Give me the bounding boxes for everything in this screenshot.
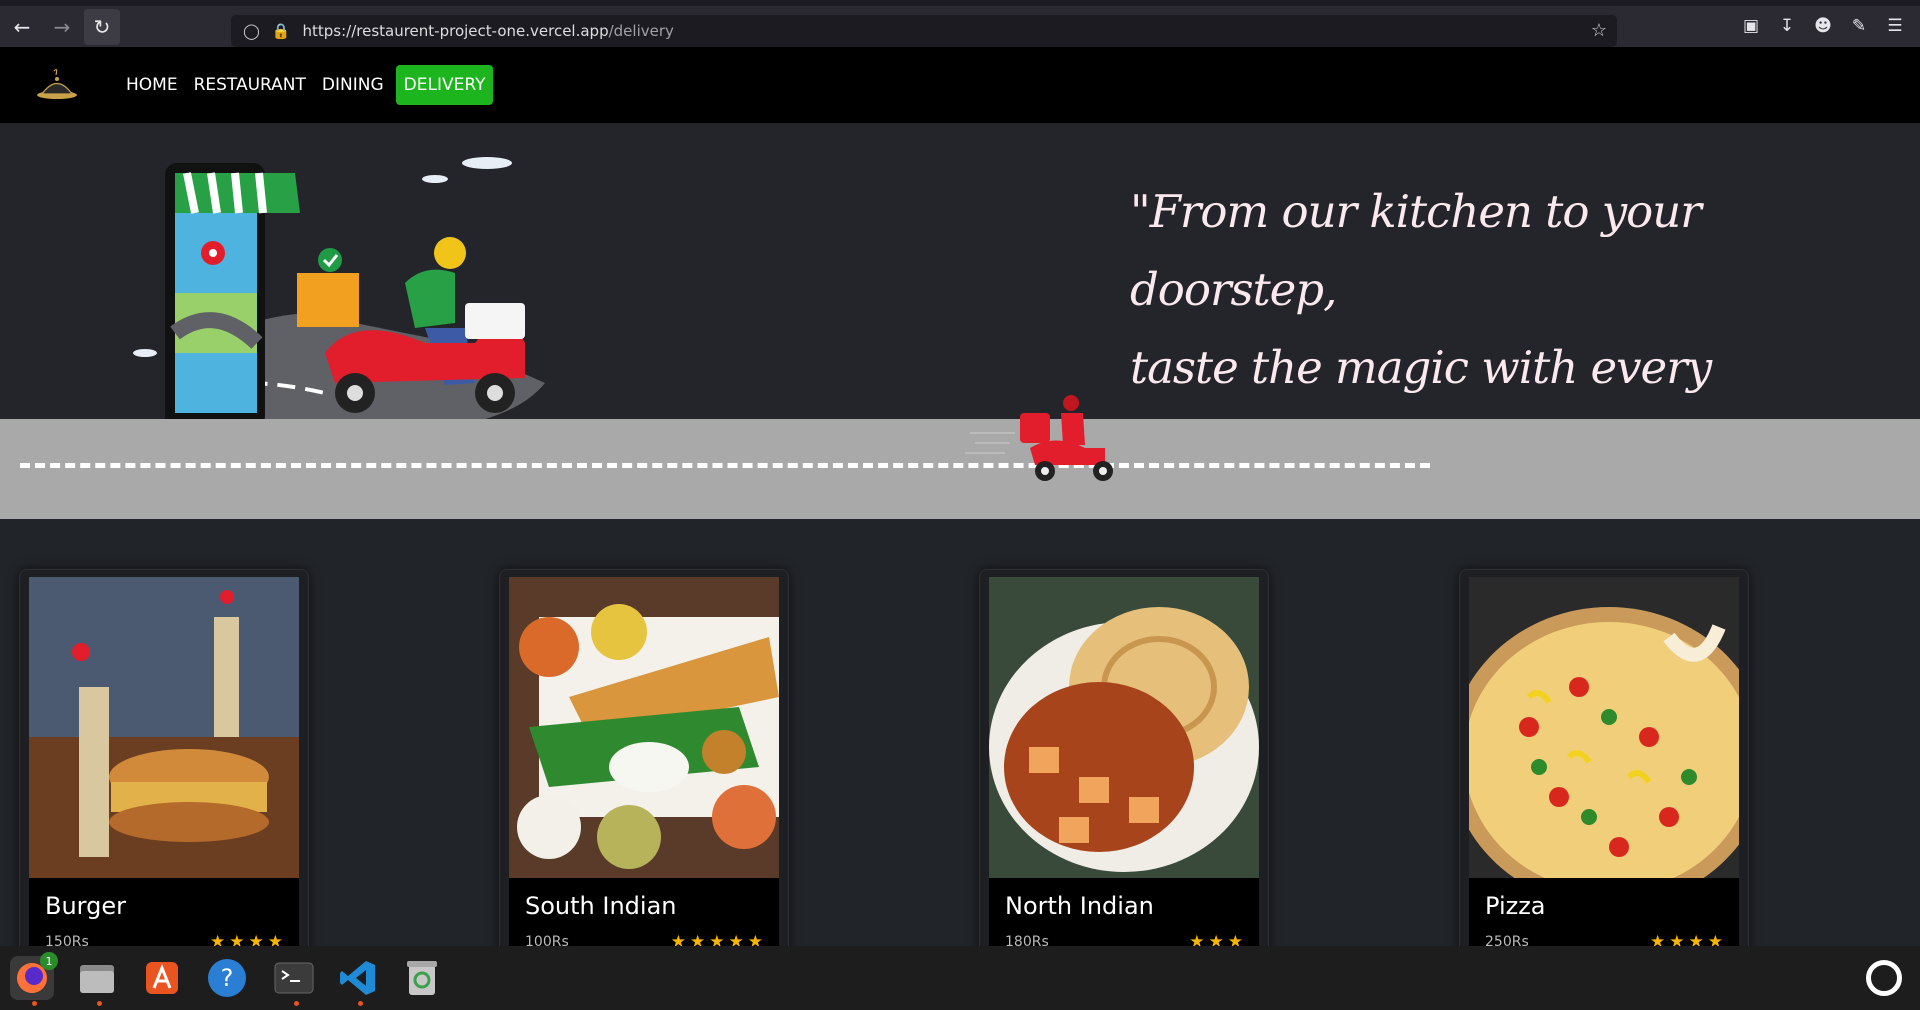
os-taskbar: 1 ?	[0, 946, 1920, 1010]
reload-icon[interactable]: ↻	[84, 8, 120, 45]
ubuntu-icon[interactable]	[1866, 960, 1902, 996]
back-icon[interactable]: ←	[4, 9, 40, 45]
north-indian-image	[989, 577, 1259, 878]
firefox-icon[interactable]: 1	[10, 952, 58, 1006]
browser-toolbar: ← → ↻ ◯ 🔒 https://restaurent-project-one…	[0, 0, 1920, 47]
site-navbar: HOME RESTAURANT DINING DELIVERY	[0, 47, 1920, 123]
account-icon[interactable]: ☻	[1812, 16, 1834, 36]
url-domain: https://restaurent-project-one.vercel.ap…	[302, 22, 609, 40]
pocket-icon[interactable]: ▣	[1740, 16, 1762, 36]
hero-quote-line-1: "From our kitchen to your doorstep,	[1130, 185, 1702, 316]
card-title: North Indian	[1005, 892, 1154, 920]
food-card-south-indian[interactable]: South Indian 100Rs ★★★★★	[499, 569, 789, 969]
forward-icon[interactable]: →	[44, 9, 80, 45]
svg-text:?: ?	[221, 964, 234, 992]
running-indicator	[97, 1001, 102, 1006]
extensions-icon[interactable]: ✎	[1848, 16, 1870, 36]
south-indian-image	[509, 577, 779, 878]
menu-icon[interactable]: ☰	[1884, 16, 1906, 36]
code-editor-icon	[340, 961, 375, 995]
running-indicator	[32, 1001, 37, 1006]
nav-dining[interactable]: DINING	[314, 65, 392, 105]
firefox-badge: 1	[40, 952, 58, 970]
lock-icon[interactable]: 🔒	[272, 22, 291, 40]
menu-cards: Burger 150Rs ★★★★ South Indian 100Rs ★★★…	[0, 519, 1920, 969]
nav-delivery[interactable]: DELIVERY	[395, 65, 494, 105]
food-card-north-indian[interactable]: North Indian 180Rs ★★★	[979, 569, 1269, 969]
nav-restaurant[interactable]: RESTAURANT	[186, 65, 314, 105]
nav-home[interactable]: HOME	[118, 65, 186, 105]
address-bar[interactable]: ◯ 🔒 https://restaurent-project-one.verce…	[231, 15, 1617, 47]
browser-tools: ▣ ↧ ☻ ✎ ☰	[1740, 16, 1906, 36]
vscode-icon[interactable]	[336, 956, 380, 1006]
food-card-burger[interactable]: Burger 150Rs ★★★★	[19, 569, 309, 969]
shield-icon[interactable]: ◯	[243, 22, 260, 40]
app-center-icon[interactable]	[140, 956, 184, 1000]
road-banner	[0, 395, 1920, 519]
download-icon[interactable]: ↧	[1776, 16, 1798, 36]
terminal-window-icon	[274, 962, 314, 994]
pizza-image	[1469, 577, 1739, 878]
recycle-bin-icon	[407, 961, 437, 995]
card-title: Pizza	[1485, 892, 1546, 920]
folder-icon	[80, 965, 114, 993]
running-indicator	[294, 1001, 299, 1006]
scooter-rider-icon	[965, 395, 1113, 481]
software-store-icon	[146, 962, 178, 994]
question-icon: ?	[208, 959, 246, 997]
delivery-illustration	[133, 157, 545, 433]
trash-icon[interactable]	[400, 956, 444, 1000]
food-card-pizza[interactable]: Pizza 250Rs ★★★★	[1459, 569, 1749, 969]
files-icon[interactable]	[75, 956, 119, 1006]
road-lane-marking	[20, 463, 1430, 468]
restaurant-logo[interactable]	[34, 67, 80, 103]
hero-section: "From our kitchen to your doorstep, tast…	[0, 123, 1920, 472]
bookmark-star-icon[interactable]: ☆	[1591, 20, 1607, 41]
burger-image	[29, 577, 299, 878]
terminal-icon[interactable]	[272, 956, 316, 1006]
card-title: South Indian	[525, 892, 677, 920]
help-icon[interactable]: ?	[205, 956, 249, 1000]
running-indicator	[358, 1001, 363, 1006]
card-title: Burger	[45, 892, 126, 920]
main-menu: HOME RESTAURANT DINING DELIVERY	[118, 65, 494, 105]
url-path: /delivery	[608, 22, 674, 40]
